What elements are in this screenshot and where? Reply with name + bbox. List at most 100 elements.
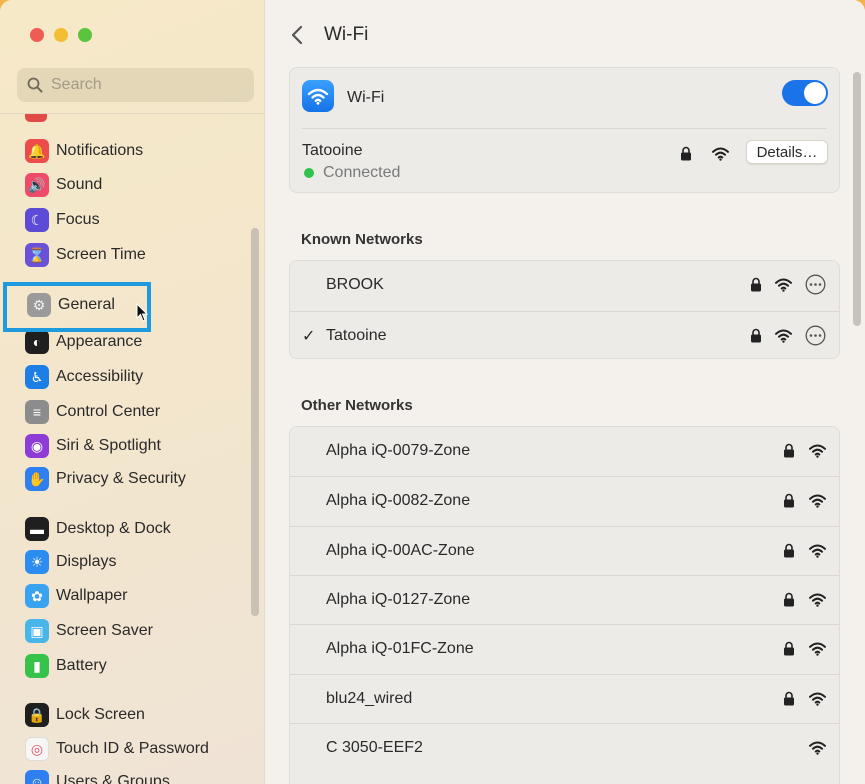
- other-network-row[interactable]: Alpha iQ-0127-Zone: [290, 574, 839, 624]
- lock-icon: [784, 443, 794, 458]
- lock-icon: [784, 641, 794, 656]
- sidebar-item-wallpaper[interactable]: ✿ Wallpaper: [25, 582, 127, 610]
- card-divider: [302, 128, 827, 129]
- sidebar-item-label: Wallpaper: [56, 587, 128, 604]
- back-chevron-icon[interactable]: [290, 24, 304, 46]
- lock-icon: [784, 543, 794, 558]
- sidebar-item-siri-spotlight[interactable]: ◉ Siri & Spotlight: [25, 432, 161, 460]
- other-network-row[interactable]: Alpha iQ-00AC-Zone: [290, 525, 839, 575]
- connection-status-text: Connected: [323, 164, 401, 181]
- users-icon: ☺: [25, 770, 49, 784]
- sidebar-item-users-groups[interactable]: ☺ Users & Groups: [25, 768, 170, 784]
- lock-icon: [784, 691, 794, 705]
- sidebar-scrollbar[interactable]: [251, 228, 259, 616]
- details-button[interactable]: Details…: [746, 140, 828, 164]
- sidebar-item-accessibility[interactable]: ♿ Accessibility: [25, 363, 143, 391]
- sidebar-item-displays[interactable]: ☀ Displays: [25, 548, 116, 576]
- sidebar-item-label: Sound: [56, 176, 103, 193]
- sidebar-item-touch-id-password[interactable]: ◎ Touch ID & Password: [25, 735, 209, 763]
- main-pane: Wi-Fi Wi-Fi Tatooine Connected Details… …: [266, 0, 865, 784]
- hand-icon: ✋: [25, 467, 49, 491]
- known-networks-list: BROOK ✓ Tatooine: [289, 260, 840, 359]
- wifi-toggle[interactable]: [782, 80, 828, 106]
- other-network-row[interactable]: Alpha iQ-01FC-Zone: [290, 624, 839, 673]
- network-name: blu24_wired: [326, 689, 413, 707]
- network-name: C 3050-EEF2: [326, 738, 423, 756]
- wifi-signal-icon: [809, 741, 826, 755]
- other-networks-title: Other Networks: [301, 397, 413, 414]
- wifi-signal-icon: [809, 444, 826, 458]
- network-name: Tatooine: [326, 327, 387, 344]
- lock-icon: [751, 328, 761, 343]
- known-network-row[interactable]: BROOK: [290, 261, 839, 310]
- main-scrollbar[interactable]: [853, 72, 861, 326]
- sidebar-item-label: Control Center: [56, 403, 161, 420]
- mouse-cursor-icon: [136, 303, 148, 322]
- control-center-icon: ≡: [25, 400, 49, 424]
- wifi-app-icon: [302, 80, 334, 112]
- sidebar: 🔔Notifications🔊Sound☾Focus⌛Screen Time⚙G…: [0, 0, 265, 784]
- sidebar-item-appearance[interactable]: ◐ Appearance: [25, 328, 142, 356]
- siri-icon: ◉: [25, 434, 49, 458]
- toggle-knob: [804, 82, 826, 104]
- sidebar-item-sound[interactable]: 🔊 Sound: [25, 171, 102, 199]
- minimize-window-button[interactable]: [54, 28, 68, 42]
- wifi-signal-icon: [775, 329, 792, 343]
- sidebar-item-notifications[interactable]: 🔔 Notifications: [25, 137, 143, 165]
- sidebar-item-label: Siri & Spotlight: [56, 437, 161, 454]
- sidebar-item-desktop-dock[interactable]: ▬ Desktop & Dock: [25, 515, 171, 543]
- more-options-icon[interactable]: [805, 325, 826, 346]
- checkmark-icon: ✓: [302, 328, 316, 345]
- sun-icon: ☀: [25, 550, 49, 574]
- sidebar-item-lock-screen[interactable]: 🔒 Lock Screen: [25, 701, 145, 729]
- wifi-signal-icon: [712, 147, 729, 161]
- appearance-icon: ◐: [25, 330, 49, 354]
- search-icon: [27, 77, 43, 93]
- network-name: BROOK: [326, 276, 384, 293]
- sidebar-item-label: Desktop & Dock: [56, 520, 171, 537]
- sidebar-item-label: Appearance: [56, 333, 143, 350]
- network-name: Alpha iQ-0127-Zone: [326, 590, 471, 608]
- lock-icon: [784, 592, 794, 607]
- zoom-window-button[interactable]: [78, 28, 92, 42]
- speaker-icon: 🔊: [25, 173, 49, 197]
- lock-icon: [784, 494, 794, 508]
- sidebar-item-label: Focus: [56, 211, 100, 228]
- wifi-label: Wi-Fi: [347, 89, 385, 106]
- screen-saver-icon: ▣: [25, 619, 49, 643]
- moon-icon: ☾: [25, 208, 49, 232]
- network-name: Alpha iQ-00AC-Zone: [326, 541, 475, 559]
- other-network-row[interactable]: Alpha iQ-0082-Zone: [290, 476, 839, 525]
- sidebar-item-screen-time[interactable]: ⌛ Screen Time: [25, 241, 146, 269]
- general-highlight-box: [3, 282, 151, 332]
- sidebar-item-battery[interactable]: ▮ Battery: [25, 652, 107, 680]
- other-network-row[interactable]: Alpha iQ-0079-Zone: [290, 427, 839, 476]
- bell-icon: 🔔: [25, 139, 49, 163]
- sidebar-item-focus[interactable]: ☾ Focus: [25, 206, 100, 234]
- sidebar-item-screen-saver[interactable]: ▣ Screen Saver: [25, 617, 153, 645]
- other-network-row[interactable]: C 3050-EEF2: [290, 722, 839, 772]
- dock-icon: ▬: [25, 517, 49, 541]
- sidebar-item-label: Touch ID & Password: [56, 740, 209, 757]
- sidebar-item-control-center[interactable]: ≡ Control Center: [25, 398, 160, 426]
- more-options-icon[interactable]: [805, 274, 826, 295]
- sidebar-item-label: Battery: [56, 657, 107, 674]
- accessibility-icon: ♿: [25, 365, 49, 389]
- current-network-name: Tatooine: [302, 142, 363, 159]
- sidebar-item-privacy-security[interactable]: ✋ Privacy & Security: [25, 465, 186, 493]
- network-name: Alpha iQ-0079-Zone: [326, 442, 471, 459]
- page-title: Wi-Fi: [324, 24, 369, 45]
- sidebar-item-label: Accessibility: [56, 368, 144, 385]
- battery-icon: ▮: [25, 654, 49, 678]
- search-field[interactable]: [17, 68, 254, 102]
- network-name: Alpha iQ-0082-Zone: [326, 492, 471, 510]
- wifi-signal-icon: [809, 544, 826, 558]
- known-network-row[interactable]: ✓ Tatooine: [290, 311, 839, 360]
- sidebar-item-label: Lock Screen: [56, 706, 145, 723]
- search-input[interactable]: [51, 76, 231, 94]
- lock-icon: [751, 277, 761, 292]
- known-networks-title: Known Networks: [301, 231, 423, 248]
- close-window-button[interactable]: [30, 28, 44, 42]
- other-network-row[interactable]: blu24_wired: [290, 673, 839, 723]
- fingerprint-icon: ◎: [25, 737, 49, 761]
